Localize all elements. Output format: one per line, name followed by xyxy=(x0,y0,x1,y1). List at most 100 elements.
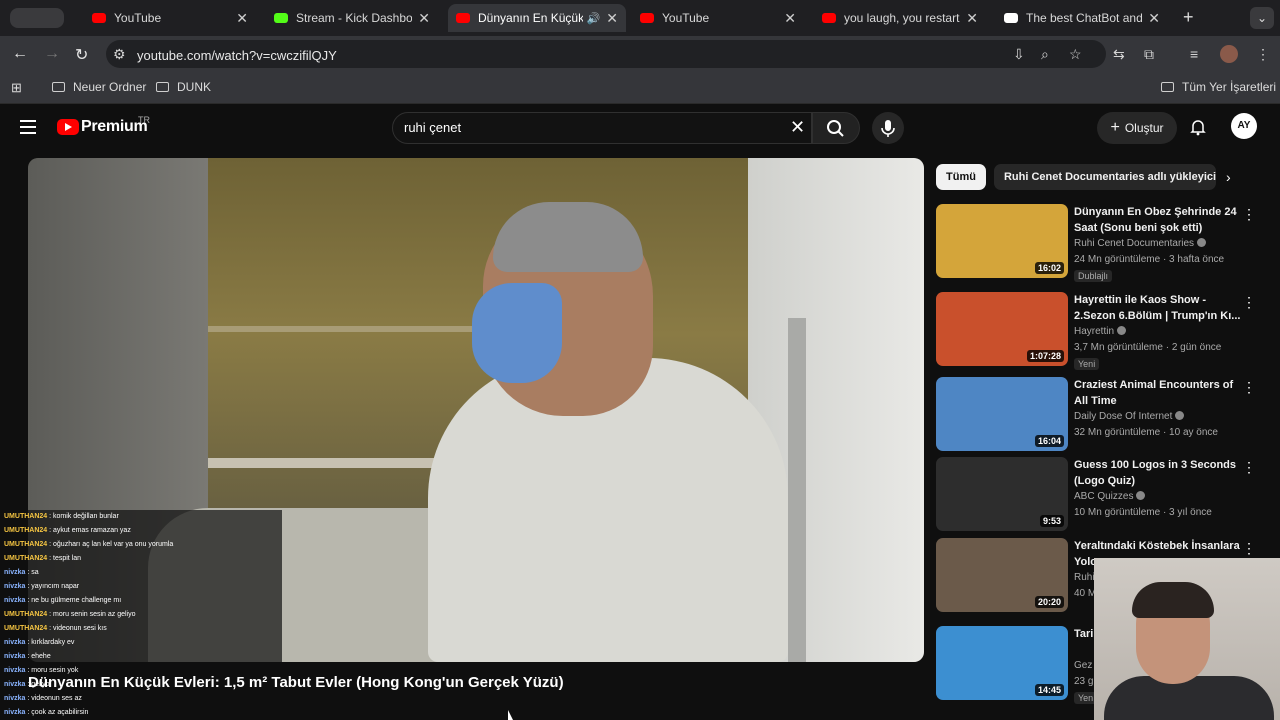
clear-search-icon[interactable]: ✕ xyxy=(790,117,805,138)
chat-message: UMUTHAN24 : videonun sesi kıs xyxy=(4,622,282,636)
account-avatar[interactable]: AY xyxy=(1231,113,1257,139)
bookmark-folder-neuer-ordner[interactable]: Neuer Ordner xyxy=(52,80,146,94)
video-frame-shelf xyxy=(208,326,508,332)
back-icon[interactable]: ← xyxy=(12,45,28,63)
plus-icon: + xyxy=(1110,119,1120,136)
chat-text: ehehe xyxy=(31,653,51,660)
more-options-icon[interactable]: ⋮ xyxy=(1242,294,1256,311)
youtube-favicon-icon xyxy=(822,13,836,23)
zoom-icon[interactable]: ⌕ xyxy=(1041,46,1049,63)
video-frame-face-mask xyxy=(472,283,562,383)
youtube-logo-icon[interactable] xyxy=(57,119,79,135)
recommendation-item[interactable]: 1:07:28 Hayrettin ile Kaos Show - 2.Sezon… xyxy=(936,292,1266,372)
forward-icon[interactable]: → xyxy=(44,45,60,63)
channel-name[interactable]: ABC Quizzes xyxy=(1074,491,1146,502)
notifications-bell-icon[interactable] xyxy=(1189,118,1207,136)
reload-icon[interactable]: ↻ xyxy=(75,45,88,65)
apps-grid-icon[interactable]: ⊞ xyxy=(11,80,22,96)
recommendation-item[interactable]: 9:53 Guess 100 Logos in 3 Seconds (Logo Q… xyxy=(936,457,1266,537)
site-info-icon[interactable]: ⚙ xyxy=(113,46,126,63)
recommendation-item[interactable]: 16:02 Dünyanın En Obez Şehrinde 24 Saat (… xyxy=(936,204,1266,284)
channel-name-text: Ruhi xyxy=(1074,572,1095,583)
search-button[interactable] xyxy=(812,112,860,144)
chat-message: UMUTHAN24 : moru senin sesin az geliyo xyxy=(4,608,282,622)
new-tab-icon[interactable]: + xyxy=(1183,7,1194,28)
reading-list-icon[interactable]: ≡ xyxy=(1190,46,1198,62)
chevron-right-icon[interactable]: › xyxy=(1226,169,1231,185)
more-options-icon[interactable]: ⋮ xyxy=(1242,540,1256,557)
chat-username: nivzka xyxy=(4,681,26,688)
tab-youtube-1[interactable]: YouTube ✕ xyxy=(84,4,256,32)
audio-playing-icon[interactable]: 🔊 xyxy=(587,12,601,25)
search-icon xyxy=(827,120,844,137)
more-options-icon[interactable]: ⋮ xyxy=(1242,206,1256,223)
video-thumbnail[interactable]: 14:45 xyxy=(936,626,1068,700)
close-tab-icon[interactable]: ✕ xyxy=(1148,10,1160,27)
tab-youtube-2[interactable]: YouTube ✕ xyxy=(632,4,804,32)
translate-icon[interactable]: ⇆ xyxy=(1113,46,1125,63)
youtube-header: Premium TR ruhi çenet ✕ + Oluştur AY xyxy=(0,104,1280,150)
recommendation-title[interactable]: Dünyanın En Obez Şehrinde 24 Saat (Sonu … xyxy=(1074,204,1242,236)
recommendation-title[interactable]: Hayrettin ile Kaos Show - 2.Sezon 6.Bölü… xyxy=(1074,292,1242,324)
tab-chatbot[interactable]: The best ChatBot and W ✕ xyxy=(996,4,1168,32)
url-text[interactable]: youtube.com/watch?v=cwczifilQJY xyxy=(137,48,337,63)
chat-message: nivzka : yayıncım napar xyxy=(4,580,282,594)
video-meta: 23 g xyxy=(1074,676,1094,687)
webcam-body xyxy=(1104,676,1274,720)
close-tab-icon[interactable]: ✕ xyxy=(784,10,796,27)
chat-message: UMUTHAN24 : tespit lan xyxy=(4,552,282,566)
folder-icon xyxy=(1161,82,1174,92)
chat-text: aykut emas ramazan yaz xyxy=(53,527,131,534)
extensions-icon[interactable]: ⧉ xyxy=(1144,46,1154,63)
tab-current-video[interactable]: Dünyanın En Küçük E 🔊 ✕ xyxy=(448,4,626,32)
chat-username: UMUTHAN24 xyxy=(4,611,48,618)
close-tab-icon[interactable]: ✕ xyxy=(418,10,430,27)
search-value[interactable]: ruhi çenet xyxy=(404,120,461,135)
recommendation-item[interactable]: 16:04 Craziest Animal Encounters of All T… xyxy=(936,377,1266,457)
tab-search-icon[interactable]: ⌄ xyxy=(1250,7,1274,29)
channel-name[interactable]: Hayrettin xyxy=(1074,326,1127,337)
video-thumbnail[interactable]: 9:53 xyxy=(936,457,1068,531)
hamburger-menu-icon[interactable] xyxy=(20,120,36,138)
recommendation-title[interactable]: Craziest Animal Encounters of All Time xyxy=(1074,377,1242,409)
chat-text: çook az açabilirsin xyxy=(31,709,89,716)
tab-groups-button[interactable] xyxy=(10,8,64,28)
chat-text: tespit lan xyxy=(53,555,82,562)
video-thumbnail[interactable]: 20:20 xyxy=(936,538,1068,612)
all-bookmarks[interactable]: Tüm Yer İşaretleri xyxy=(1161,80,1276,94)
video-thumbnail[interactable]: 16:04 xyxy=(936,377,1068,451)
close-tab-icon[interactable]: ✕ xyxy=(606,10,618,27)
verified-check-icon xyxy=(1197,238,1207,247)
chat-username: nivzka xyxy=(4,639,26,646)
channel-name[interactable]: Daily Dose Of Internet xyxy=(1074,411,1185,422)
video-frame-person-hair xyxy=(493,202,643,272)
video-thumbnail[interactable]: 1:07:28 xyxy=(936,292,1068,366)
video-meta: 24 Mn görüntüleme · 3 hafta önce xyxy=(1074,254,1225,265)
chatbot-favicon-icon xyxy=(1004,13,1018,23)
chip-uploader[interactable]: Ruhi Cenet Documentaries adlı yükleyicid… xyxy=(993,164,1216,190)
chip-all[interactable]: Tümü xyxy=(936,164,986,190)
more-options-icon[interactable]: ⋮ xyxy=(1242,459,1256,476)
install-icon[interactable]: ⇩ xyxy=(1013,46,1025,63)
chat-text: yayıncım napar xyxy=(31,583,80,590)
address-bar-row: ← → ↻ ⚙ youtube.com/watch?v=cwczifilQJY … xyxy=(0,36,1280,72)
chat-username: nivzka xyxy=(4,695,26,702)
video-thumbnail[interactable]: 16:02 xyxy=(936,204,1068,278)
bookmark-folder-dunk[interactable]: DUNK xyxy=(156,80,211,94)
close-tab-icon[interactable]: ✕ xyxy=(966,10,978,27)
chat-username: nivzka xyxy=(4,653,26,660)
voice-search-button[interactable] xyxy=(872,112,904,144)
bookmark-star-icon[interactable]: ☆ xyxy=(1069,46,1082,63)
create-button[interactable]: + Oluştur xyxy=(1097,112,1177,144)
recommendation-title[interactable]: Guess 100 Logos in 3 Seconds (Logo Quiz) xyxy=(1074,457,1242,489)
profile-avatar[interactable] xyxy=(1220,45,1238,63)
tab-kick-dashboard[interactable]: Stream - Kick Dashboard ✕ xyxy=(266,4,438,32)
webcam-overlay xyxy=(1094,558,1280,720)
close-tab-icon[interactable]: ✕ xyxy=(236,10,248,27)
channel-name[interactable]: Ruhi Cenet Documentaries xyxy=(1074,238,1207,249)
video-duration: 1:07:28 xyxy=(1026,350,1064,362)
browser-menu-icon[interactable]: ⋮ xyxy=(1256,46,1270,63)
verified-check-icon xyxy=(1117,326,1127,335)
tab-you-laugh[interactable]: you laugh, you restart - ✕ xyxy=(814,4,986,32)
more-options-icon[interactable]: ⋮ xyxy=(1242,379,1256,396)
